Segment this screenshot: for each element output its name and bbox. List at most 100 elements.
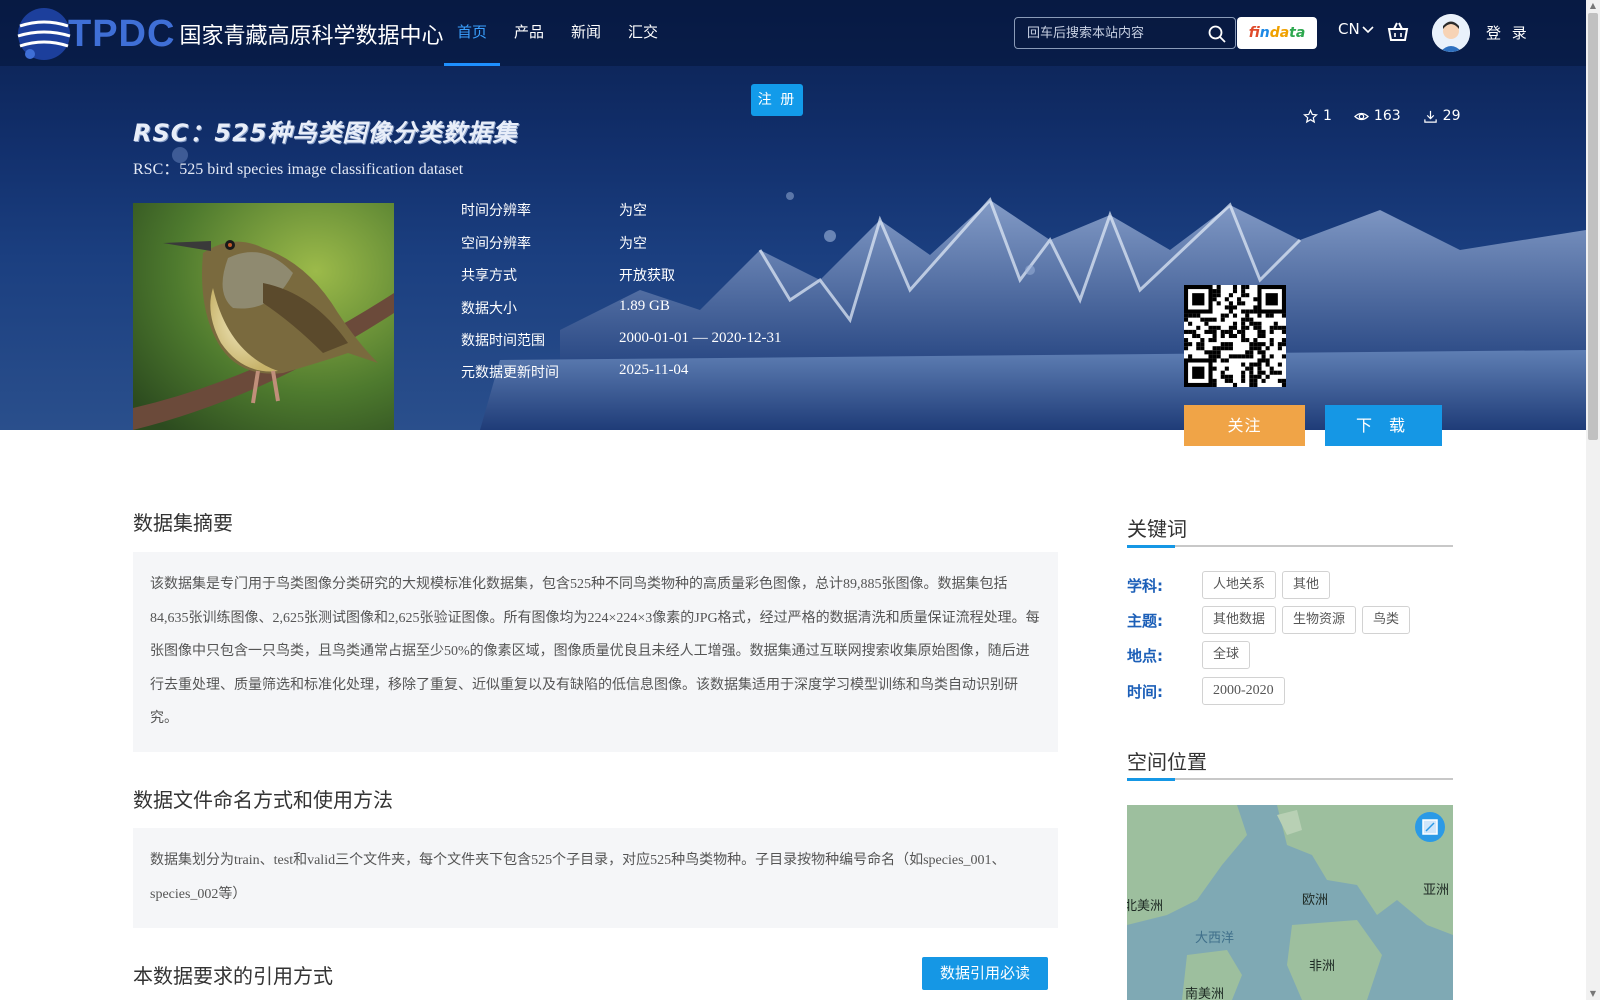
download-count-value: 29 (1442, 108, 1461, 124)
keyword-tag[interactable]: 人地关系 (1202, 571, 1277, 599)
view-count: 163 (1353, 108, 1401, 124)
keyword-tag[interactable]: 鸟类 (1362, 606, 1411, 634)
qr-module (1277, 362, 1282, 367)
qr-module (1224, 329, 1229, 334)
keyword-label: 时间: (1127, 683, 1163, 701)
qr-module (1228, 374, 1233, 379)
meta-value: 开放获取 (619, 268, 675, 284)
qr-module (1208, 325, 1213, 330)
qr-module (1208, 317, 1213, 322)
meta-label: 时间分辨率 (461, 203, 531, 219)
qr-module (1261, 342, 1266, 347)
qr-module (1241, 321, 1246, 326)
qr-module (1249, 342, 1254, 347)
naming-text: 数据集划分为train、test和valid三个文件夹，每个文件夹下包含525个… (150, 853, 1006, 902)
qr-module (1200, 338, 1205, 343)
qr-module (1265, 346, 1270, 351)
login-link[interactable]: 登 录 (1486, 22, 1530, 43)
qr-module (1212, 325, 1217, 330)
map-label-south-america: 南美洲 (1185, 987, 1225, 1000)
keyword-tag[interactable]: 其他数据 (1202, 606, 1277, 634)
citation-title: 本数据要求的引用方式 (133, 964, 333, 988)
qr-module (1212, 333, 1217, 339)
qr-module (1228, 309, 1233, 314)
keyword-tag[interactable]: 生物资源 (1282, 606, 1357, 634)
qr-module (1269, 370, 1274, 375)
qr-module (1257, 325, 1262, 330)
site-logo[interactable]: TPDC 国家青藏高原科学数据中心 (14, 4, 443, 64)
qr-module (1196, 333, 1201, 339)
qr-module (1273, 321, 1278, 326)
meta-value: 2000-01-01 — 2020-12-31 (619, 330, 782, 346)
nav-products[interactable]: 产品 (512, 0, 546, 66)
star-count-value: 1 (1323, 108, 1332, 124)
qr-module (1269, 342, 1274, 347)
nav-submit[interactable]: 汇交 (626, 0, 660, 66)
qr-module (1249, 378, 1254, 383)
qr-module (1261, 354, 1266, 359)
qr-module (1241, 317, 1246, 322)
keyword-tag[interactable]: 全球 (1202, 641, 1251, 669)
search-icon[interactable] (1207, 24, 1227, 44)
star-count[interactable]: 1 (1303, 108, 1332, 124)
qr-module (1216, 289, 1221, 294)
qr-module (1277, 370, 1282, 375)
cart-icon[interactable] (1386, 20, 1410, 44)
keyword-row-place: 地点: 全球 (1127, 641, 1457, 669)
scroll-down-arrow-icon[interactable]: ▼ (1588, 989, 1598, 999)
location-map[interactable]: 北美洲 欧洲 亚洲 大西洋 非洲 南美洲 (1127, 805, 1453, 1000)
qr-module (1241, 374, 1246, 379)
register-button[interactable]: 注 册 (751, 84, 803, 116)
search-input[interactable] (1027, 23, 1197, 43)
citation-required-button[interactable]: 数据引用必读 (922, 957, 1048, 990)
qr-module (1281, 354, 1286, 359)
map-fullscreen-button[interactable] (1415, 812, 1445, 842)
qr-module (1196, 325, 1201, 330)
download-icon (1423, 110, 1437, 123)
meta-value: 为空 (619, 236, 647, 252)
user-avatar[interactable] (1432, 14, 1470, 52)
keyword-label: 主题: (1127, 612, 1163, 630)
scroll-thumb[interactable] (1588, 13, 1598, 440)
meta-label: 数据时间范围 (461, 333, 545, 349)
qr-module (1188, 329, 1193, 334)
download-count: 29 (1423, 108, 1461, 124)
qr-module (1269, 338, 1274, 343)
qr-module (1265, 358, 1270, 363)
qr-module (1257, 329, 1262, 334)
qr-module (1224, 305, 1229, 310)
qr-module (1257, 374, 1262, 379)
keyword-tag[interactable]: 其他 (1282, 571, 1331, 599)
qr-module (1220, 342, 1225, 347)
qr-module (1220, 317, 1225, 322)
keyword-tags: 其他数据 生物资源 鸟类 (1202, 606, 1411, 634)
qr-module (1224, 342, 1229, 347)
qr-module (1208, 354, 1213, 359)
nav-home[interactable]: 首页 (444, 0, 500, 66)
keyword-tags: 全球 (1202, 641, 1251, 669)
qr-module (1253, 382, 1258, 387)
qr-module (1228, 378, 1233, 383)
qr-module (1216, 325, 1221, 330)
keyword-tag[interactable]: 2000-2020 (1202, 677, 1285, 705)
page-scrollbar[interactable]: ▲ ▼ (1586, 0, 1600, 1000)
scroll-up-arrow-icon[interactable]: ▲ (1588, 1, 1598, 11)
meta-row: 空间分辨率 为空 (461, 233, 861, 253)
qr-module (1281, 342, 1286, 347)
qr-module (1224, 366, 1229, 371)
follow-button[interactable]: 关注 (1184, 405, 1305, 446)
qr-module (1224, 358, 1229, 363)
qr-module (1273, 370, 1278, 375)
download-button[interactable]: 下 载 (1325, 405, 1442, 446)
language-selector[interactable]: CN (1338, 20, 1374, 38)
qr-module (1212, 346, 1217, 351)
findata-button[interactable]: findata (1237, 17, 1317, 49)
search-box (1014, 17, 1236, 49)
qr-module (1281, 325, 1286, 330)
qr-module (1261, 378, 1266, 383)
nav-news[interactable]: 新闻 (569, 0, 603, 66)
qr-module (1212, 289, 1217, 294)
qr-module (1232, 321, 1238, 326)
language-label: CN (1338, 20, 1360, 38)
qr-module (1208, 329, 1213, 334)
